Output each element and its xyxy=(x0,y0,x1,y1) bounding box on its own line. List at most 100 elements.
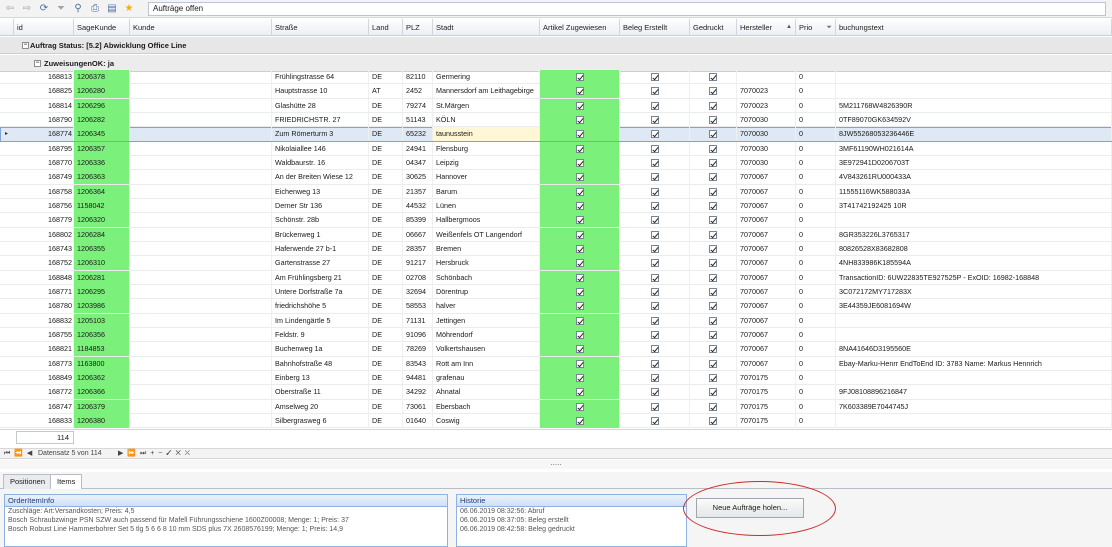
cell-hersteller[interactable]: 7070023 xyxy=(737,98,796,113)
cell-beleg[interactable] xyxy=(620,84,690,99)
cell-hersteller[interactable]: 7070067 xyxy=(737,313,796,328)
cell-gedruckt[interactable] xyxy=(690,327,737,342)
navigator-prev-buttons[interactable]: ⏮ ⏪ ◀ xyxy=(4,449,33,459)
cell-beleg[interactable] xyxy=(620,356,690,371)
cell-kunde[interactable] xyxy=(130,342,272,357)
cell-artikel[interactable] xyxy=(540,84,620,99)
table-row[interactable]: 168743 1206355 Haferwende 27 b-1 DE 28357 Bre… xyxy=(0,241,1112,257)
cell-prio[interactable]: 0 xyxy=(796,98,836,113)
table-row[interactable]: 168772 1206366 Oberstraße 11 DE 34292 Ahnatal… xyxy=(0,385,1112,400)
column-header-artikel[interactable]: Artikel Zugewiesen xyxy=(540,19,620,36)
cell-sagekunde[interactable]: 1206363 xyxy=(74,170,130,185)
checkbox-checked[interactable] xyxy=(575,187,584,196)
checkbox-checked[interactable] xyxy=(575,73,584,82)
cell-kunde[interactable] xyxy=(130,270,272,285)
checkbox-checked[interactable] xyxy=(575,359,584,368)
cell-artikel[interactable] xyxy=(540,141,620,156)
cell-id[interactable]: 168802 xyxy=(14,227,74,242)
checkbox-checked[interactable] xyxy=(650,101,659,110)
table-row[interactable]: 168779 1206320 Schönstr. 28b DE 85399 Hallber… xyxy=(0,213,1112,228)
cell-land[interactable]: DE xyxy=(369,284,403,299)
checkbox-checked[interactable] xyxy=(575,345,584,354)
cell-beleg[interactable] xyxy=(620,155,690,170)
checkbox-checked[interactable] xyxy=(575,374,584,383)
cell-prio[interactable]: 0 xyxy=(796,127,836,142)
cell-buchungstext[interactable]: 4V843261RU000433A xyxy=(836,170,1112,185)
cell-artikel[interactable] xyxy=(540,155,620,170)
cell-buchungstext[interactable] xyxy=(836,70,1112,84)
cell-land[interactable]: DE xyxy=(369,327,403,342)
checkbox-checked[interactable] xyxy=(650,159,659,168)
column-header-sagekunde[interactable]: SageKunde xyxy=(74,19,130,36)
cell-plz[interactable]: 79274 xyxy=(403,98,433,113)
cell-kunde[interactable] xyxy=(130,413,272,428)
cell-buchungstext[interactable]: 3MF61190WH021614A xyxy=(836,141,1112,156)
cell-artikel[interactable] xyxy=(540,299,620,314)
cell-land[interactable]: DE xyxy=(369,399,403,414)
checkbox-checked[interactable] xyxy=(709,230,717,239)
cell-hersteller[interactable]: 7070175 xyxy=(737,399,796,414)
cell-plz[interactable]: 28357 xyxy=(403,241,433,256)
checkbox-checked[interactable] xyxy=(709,417,717,425)
cell-stadt[interactable]: St.Märgen xyxy=(433,98,540,113)
checkbox-checked[interactable] xyxy=(709,87,717,96)
checkbox-checked[interactable] xyxy=(650,374,659,383)
cell-id[interactable]: 168779 xyxy=(14,213,74,228)
cell-prio[interactable]: 0 xyxy=(796,385,836,400)
column-header-land[interactable]: Land xyxy=(369,19,403,36)
cell-land[interactable]: DE xyxy=(369,112,403,127)
cell-beleg[interactable] xyxy=(620,299,690,314)
splitter-handle[interactable]: ..... xyxy=(0,459,1112,469)
cell-hersteller[interactable]: 7070030 xyxy=(737,127,796,142)
cell-hersteller[interactable]: 7070067 xyxy=(737,284,796,299)
cell-gedruckt[interactable] xyxy=(690,370,737,385)
cell-stadt[interactable]: Volkertshausen xyxy=(433,342,540,357)
cell-hersteller[interactable]: 7070067 xyxy=(737,342,796,357)
cell-land[interactable]: DE xyxy=(369,98,403,113)
cell-prio[interactable]: 0 xyxy=(796,327,836,342)
cell-sagekunde[interactable]: 1206336 xyxy=(74,155,130,170)
table-row[interactable]: 168749 1206363 An der Breiten Wiese 12 DE 30… xyxy=(0,170,1112,185)
cell-beleg[interactable] xyxy=(620,127,690,142)
checkbox-checked[interactable] xyxy=(575,230,584,239)
cell-land[interactable]: DE xyxy=(369,70,403,84)
cell-beleg[interactable] xyxy=(620,70,690,84)
cell-artikel[interactable] xyxy=(540,327,620,342)
cell-gedruckt[interactable] xyxy=(690,155,737,170)
cell-stadt[interactable]: Hersbruck xyxy=(433,256,540,271)
checkbox-checked[interactable] xyxy=(650,388,659,397)
cell-sagekunde[interactable]: 1203986 xyxy=(74,299,130,314)
table-row[interactable]: 168755 1206356 Feldstr. 9 DE 91096 Möhrendorf… xyxy=(0,327,1112,343)
cell-stadt[interactable]: Hallbergmoos xyxy=(433,213,540,228)
cell-sagekunde[interactable]: 1206284 xyxy=(74,227,130,242)
cell-land[interactable]: DE xyxy=(369,313,403,328)
checkbox-checked[interactable] xyxy=(575,87,584,96)
cell-beleg[interactable] xyxy=(620,198,690,213)
checkbox-checked[interactable] xyxy=(709,259,717,268)
back-arrow-icon[interactable]: ⇦ xyxy=(3,2,17,16)
cell-artikel[interactable] xyxy=(540,356,620,371)
table-row[interactable]: 168771 1206295 Untere Dorfstraße 7a DE 32694… xyxy=(0,284,1112,300)
column-filter-icon[interactable]: ⏷ xyxy=(826,19,832,36)
checkbox-checked[interactable] xyxy=(650,345,659,354)
cell-land[interactable]: AT xyxy=(369,84,403,99)
cell-land[interactable]: DE xyxy=(369,413,403,428)
cell-artikel[interactable] xyxy=(540,284,620,299)
cell-prio[interactable]: 0 xyxy=(796,198,836,213)
checkbox-checked[interactable] xyxy=(709,130,717,139)
cell-land[interactable]: DE xyxy=(369,241,403,256)
cell-prio[interactable]: 0 xyxy=(796,299,836,314)
cell-beleg[interactable] xyxy=(620,141,690,156)
cell-sagekunde[interactable]: 1206296 xyxy=(74,98,130,113)
cell-plz[interactable]: 06667 xyxy=(403,227,433,242)
cell-land[interactable]: DE xyxy=(369,385,403,400)
cell-hersteller[interactable]: 7070067 xyxy=(737,227,796,242)
cell-beleg[interactable] xyxy=(620,98,690,113)
cell-gedruckt[interactable] xyxy=(690,70,737,84)
cell-buchungstext[interactable]: 5M211768W4826390R xyxy=(836,98,1112,113)
checkbox-checked[interactable] xyxy=(650,245,659,254)
cell-stadt[interactable]: Dörentrup xyxy=(433,284,540,299)
cell-stadt[interactable]: Germering xyxy=(433,70,540,84)
cell-plz[interactable]: 71131 xyxy=(403,313,433,328)
cell-gedruckt[interactable] xyxy=(690,198,737,213)
